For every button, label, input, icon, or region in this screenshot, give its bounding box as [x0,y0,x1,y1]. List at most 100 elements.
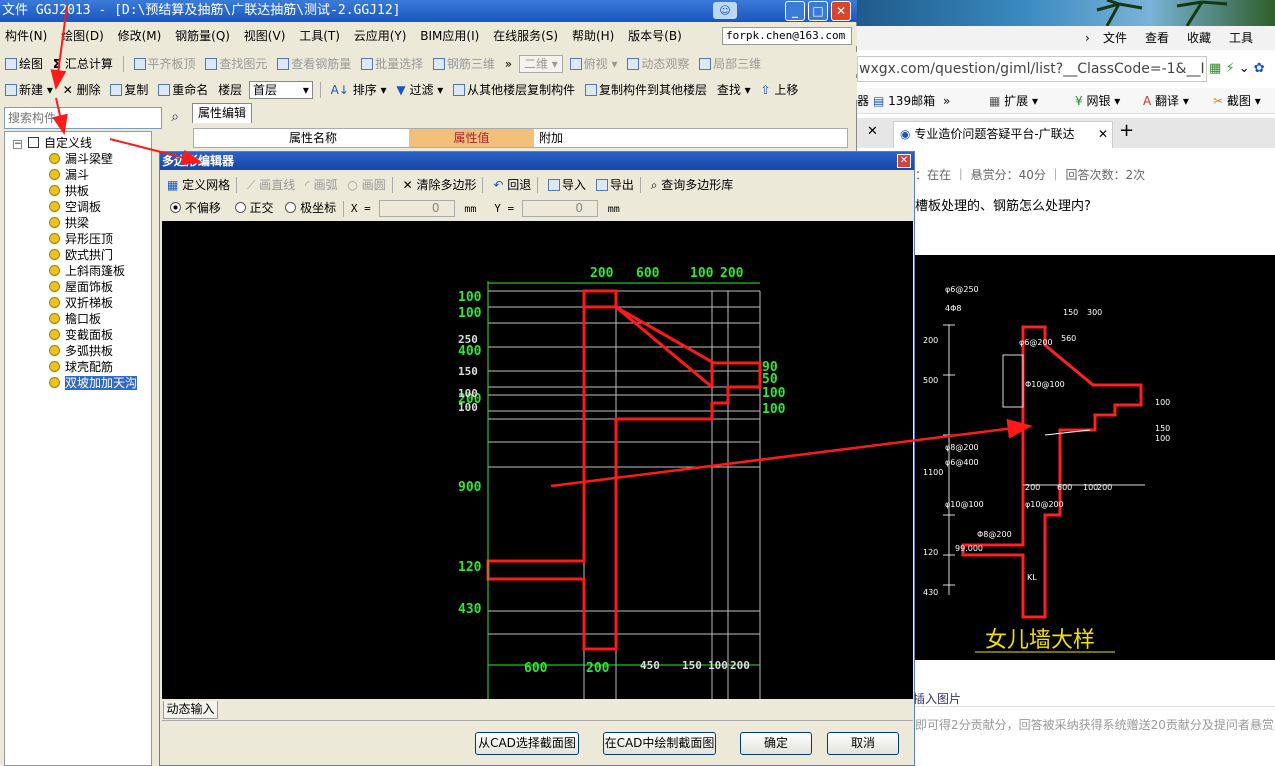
filter-button[interactable]: ▼ 过滤 ▾ [393,79,446,101]
dropdown-icon[interactable]: ⌄ [1239,61,1250,76]
dialog-close-icon[interactable]: ✕ [897,154,911,168]
address-bar[interactable]: wxgx.com/question/giml/list?__ClassCode=… [857,56,1207,82]
fav-extensions[interactable]: ▦ 扩展 ▾ [989,88,1038,114]
view-mode-select[interactable]: 二维 ▾ [518,54,563,73]
ortho-radio[interactable]: 正交 [234,201,274,215]
polygon-drawing[interactable]: 200 600 100 200600 200 450 150 100 2001001004002… [162,221,913,729]
tree-item[interactable]: 檐口板 [49,311,101,327]
tree-item[interactable]: 欧式拱门 [49,247,113,263]
select-from-cad-button[interactable]: 从CAD选择截面图 [475,732,579,755]
find-element-button[interactable]: 查找图元 [202,53,270,75]
draw-button[interactable]: 绘图 [2,53,46,75]
tree-item[interactable]: 空调板 [49,199,101,215]
import-button[interactable]: 导入 [545,175,589,195]
menu-item[interactable]: 修改(M) [113,26,167,46]
tree-item[interactable]: 异形压顶 [49,231,113,247]
minimize-button[interactable]: _ [785,1,805,21]
ok-button[interactable]: 确定 [740,732,812,755]
draw-in-cad-button[interactable]: 在CAD中绘制截面图 [603,732,716,755]
flat-top-button[interactable]: 平齐板顶 [131,53,199,75]
close-tab-icon[interactable]: ✕ [867,124,878,139]
tree-item[interactable]: 多弧拱板 [49,343,113,359]
rename-button[interactable]: 重命名 [155,79,211,101]
tree-item[interactable]: 拱板 [49,183,89,199]
browser-tab-active[interactable]: ◉ 专业造价问题答疑平台-广联达 ✕ [893,121,1113,148]
new-tab-button[interactable]: + [1119,120,1134,141]
draw-circle-button[interactable]: ○ 画圆 [344,175,388,195]
clear-polygon-button[interactable]: ✕ 清除多边形 [400,175,480,195]
tree-item[interactable]: 双坡加加天沟 [49,375,138,391]
polar-radio[interactable]: 极坐标 [285,201,336,215]
browser-menu-tools[interactable]: 工具 [1229,26,1253,50]
query-library-button[interactable]: ⌕ 查询多边形库 [648,175,737,195]
rebar-3d-button[interactable]: 钢筋三维 [430,53,498,75]
search-icon[interactable]: ⌕ [166,108,184,126]
menu-item[interactable]: 工具(T) [294,26,345,46]
menu-item[interactable]: 钢筋量(Q) [170,26,235,46]
menu-item[interactable]: BIM应用(I) [415,26,484,46]
cancel-button[interactable]: 取消 [827,732,899,755]
tree-item[interactable]: 变截面板 [49,327,113,343]
tree-item[interactable]: 屋面饰板 [49,279,113,295]
draw-line-button[interactable]: ⟋ 画直线 [244,175,298,195]
lightning-icon[interactable]: ⚡ [1225,61,1234,76]
browser-menu-file[interactable]: 文件 [1103,26,1127,50]
user-email-field[interactable]: forpk.chen@163.com ▾ [722,27,852,45]
polygon-canvas[interactable]: 200 600 100 200 600 200 450 150 100 200 100 100 400 2… [162,221,913,729]
fav-screenshot[interactable]: ✂ 截图 ▾ [1213,88,1261,114]
top-view-button[interactable]: 俯视 ▾ [567,53,621,75]
browser-menu-fav[interactable]: 收藏 [1187,26,1211,50]
help-badge-icon[interactable]: ☺ [713,2,737,19]
copy-button[interactable]: 复制 [107,79,151,101]
collapse-icon[interactable]: − [13,140,22,149]
paw-icon[interactable]: ✿ [1254,61,1265,76]
fav-bank[interactable]: ¥ 网银 ▾ [1075,88,1120,114]
qr-icon[interactable]: ▦ [1209,61,1221,76]
tree-item[interactable]: 漏斗梁壁 [49,151,113,167]
dynamic-view-button[interactable]: 动态观察 [624,53,692,75]
tree-root[interactable]: − 自定义线 [13,135,92,151]
no-offset-radio[interactable]: 不偏移 [170,201,221,215]
maximize-button[interactable]: □ [808,1,828,21]
menu-item[interactable]: 帮助(H) [567,26,619,46]
y-input[interactable]: 0 [521,200,598,217]
view-rebar-button[interactable]: 查看钢筋量 [274,53,354,75]
menu-item[interactable]: 在线服务(S) [488,26,563,46]
menu-item[interactable]: 构件(N) [0,26,52,46]
menu-item[interactable]: 云应用(Y) [349,26,412,46]
menu-item[interactable]: 视图(V) [239,26,291,46]
sort-button[interactable]: A↓ 排序 ▾ [328,79,390,101]
export-button[interactable]: 导出 [593,175,637,195]
partial-3d-button[interactable]: 局部三维 [696,53,764,75]
tree-item[interactable]: 双折梯板 [49,295,113,311]
close-button[interactable]: ✕ [831,1,851,21]
close-tab-icon[interactable]: ✕ [1098,122,1108,147]
tree-item[interactable]: 漏斗 [49,167,89,183]
delete-button[interactable]: ✕ 删除 [60,79,104,101]
new-button[interactable]: 新建 ▾ [2,79,56,101]
tree-item[interactable]: 上斜雨篷板 [49,263,125,279]
menu-item[interactable]: 版本号(B) [623,26,687,46]
move-up-button[interactable]: ⇧ 上移 [758,79,802,101]
tree-item[interactable]: 球壳配筋 [49,359,113,375]
dim-left-minor: 100 [458,401,478,414]
sum-calc-button[interactable]: Σ 汇总计算 [50,53,116,75]
batch-select-button[interactable]: 批量选择 [358,53,426,75]
tab-property-edit[interactable]: 属性编辑 [192,103,252,123]
dynamic-input-tab[interactable]: 动态输入 [163,701,218,719]
browser-menu-view[interactable]: 查看 [1145,26,1169,50]
draw-arc-button[interactable]: ◜ 画弧 [302,175,341,195]
copy-from-floor-button[interactable]: 从其他楼层复制构件 [450,79,578,101]
undo-button[interactable]: ↶ 回退 [490,175,534,195]
x-input[interactable]: 0 [378,200,455,217]
insert-image-link[interactable]: 插入图片 [913,690,961,707]
fav-translate[interactable]: A 翻译 ▾ [1143,88,1189,114]
component-search-input[interactable] [4,107,162,129]
floor-select[interactable]: 首层 ▾ [248,80,313,99]
define-grid-button[interactable]: ▦ 定义网格 [164,175,233,195]
fav-139mail[interactable]: ▤ 139邮箱 [873,88,935,114]
find-button[interactable]: 查找 ▾ [714,79,754,101]
menu-item[interactable]: 绘图(D) [56,26,109,46]
copy-to-floor-button[interactable]: 复制构件到其他楼层 [582,79,710,101]
tree-item[interactable]: 拱梁 [49,215,89,231]
